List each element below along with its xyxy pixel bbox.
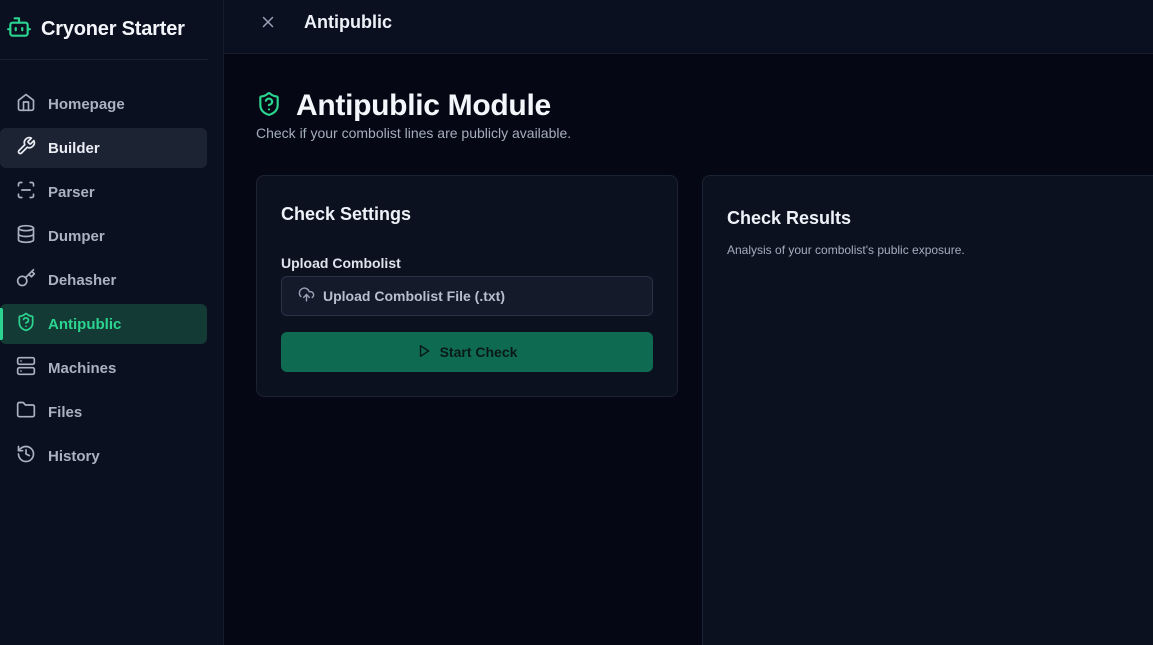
sidebar-item-label: Parser: [48, 183, 95, 201]
main-content: Antipublic Module Check if your combolis…: [224, 55, 1153, 645]
sidebar-item-antipublic[interactable]: Antipublic: [0, 304, 207, 344]
upload-file-button[interactable]: Upload Combolist File (.txt): [281, 276, 653, 316]
sidebar-item-builder[interactable]: Builder: [0, 128, 207, 168]
sidebar-item-label: Homepage: [48, 95, 125, 113]
top-bar-title: Antipublic: [304, 12, 392, 32]
key-icon: [16, 268, 36, 292]
robot-icon: [6, 14, 32, 45]
sidebar-item-files[interactable]: Files: [0, 392, 207, 432]
sidebar-item-label: Dehasher: [48, 271, 117, 289]
sidebar-item-label: Machines: [48, 359, 117, 377]
close-button[interactable]: [256, 12, 280, 36]
brand[interactable]: Cryoner Starter: [0, 0, 208, 60]
folder-icon: [16, 400, 36, 424]
check-results-card: Check Results Analysis of your combolist…: [702, 175, 1153, 645]
sidebar-item-homepage[interactable]: Homepage: [0, 84, 207, 124]
sidebar-item-label: Dumper: [48, 227, 105, 245]
upload-label: Upload Combolist: [281, 255, 401, 271]
sidebar-item-label: Builder: [48, 139, 100, 157]
sidebar-item-dumper[interactable]: Dumper: [0, 216, 207, 256]
sidebar-item-label: History: [48, 447, 100, 465]
start-check-button[interactable]: Start Check: [281, 332, 653, 372]
wrench-icon: [16, 136, 36, 160]
page-title: Antipublic Module: [296, 89, 551, 122]
sidebar-item-parser[interactable]: Parser: [0, 172, 207, 212]
sidebar: Cryoner Starter Homepage Builder Parser: [0, 0, 224, 645]
top-bar: Antipublic: [224, 0, 1153, 54]
check-settings-card: Check Settings Upload Combolist Upload C…: [256, 175, 678, 397]
upload-button-label: Upload Combolist File (.txt): [323, 288, 505, 304]
home-icon: [16, 92, 36, 116]
server-icon: [16, 356, 36, 380]
start-button-label: Start Check: [439, 344, 518, 360]
app-title: Cryoner Starter: [41, 18, 185, 40]
database-icon: [16, 224, 36, 248]
page-header: Antipublic Module: [256, 89, 551, 123]
sidebar-item-dehasher[interactable]: Dehasher: [0, 260, 207, 300]
card-title: Check Settings: [281, 204, 412, 224]
history-icon: [16, 444, 36, 468]
shield-question-icon: [16, 312, 36, 336]
card-title: Check Results: [727, 208, 852, 228]
upload-cloud-icon: [298, 286, 315, 306]
sidebar-item-machines[interactable]: Machines: [0, 348, 207, 388]
scan-icon: [16, 180, 36, 204]
play-icon: [417, 344, 431, 361]
app-window: Cryoner Starter Homepage Builder Parser: [0, 0, 1153, 645]
sidebar-item-label: Antipublic: [48, 315, 122, 333]
close-icon: [259, 13, 277, 36]
card-description: Analysis of your combolist's public expo…: [727, 243, 965, 257]
sidebar-nav: Homepage Builder Parser Dumper Dehasher …: [0, 84, 207, 480]
sidebar-item-label: Files: [48, 403, 83, 421]
shield-question-icon: [256, 90, 282, 123]
sidebar-item-history[interactable]: History: [0, 436, 207, 476]
page-subtitle: Check if your combolist lines are public…: [256, 125, 572, 141]
